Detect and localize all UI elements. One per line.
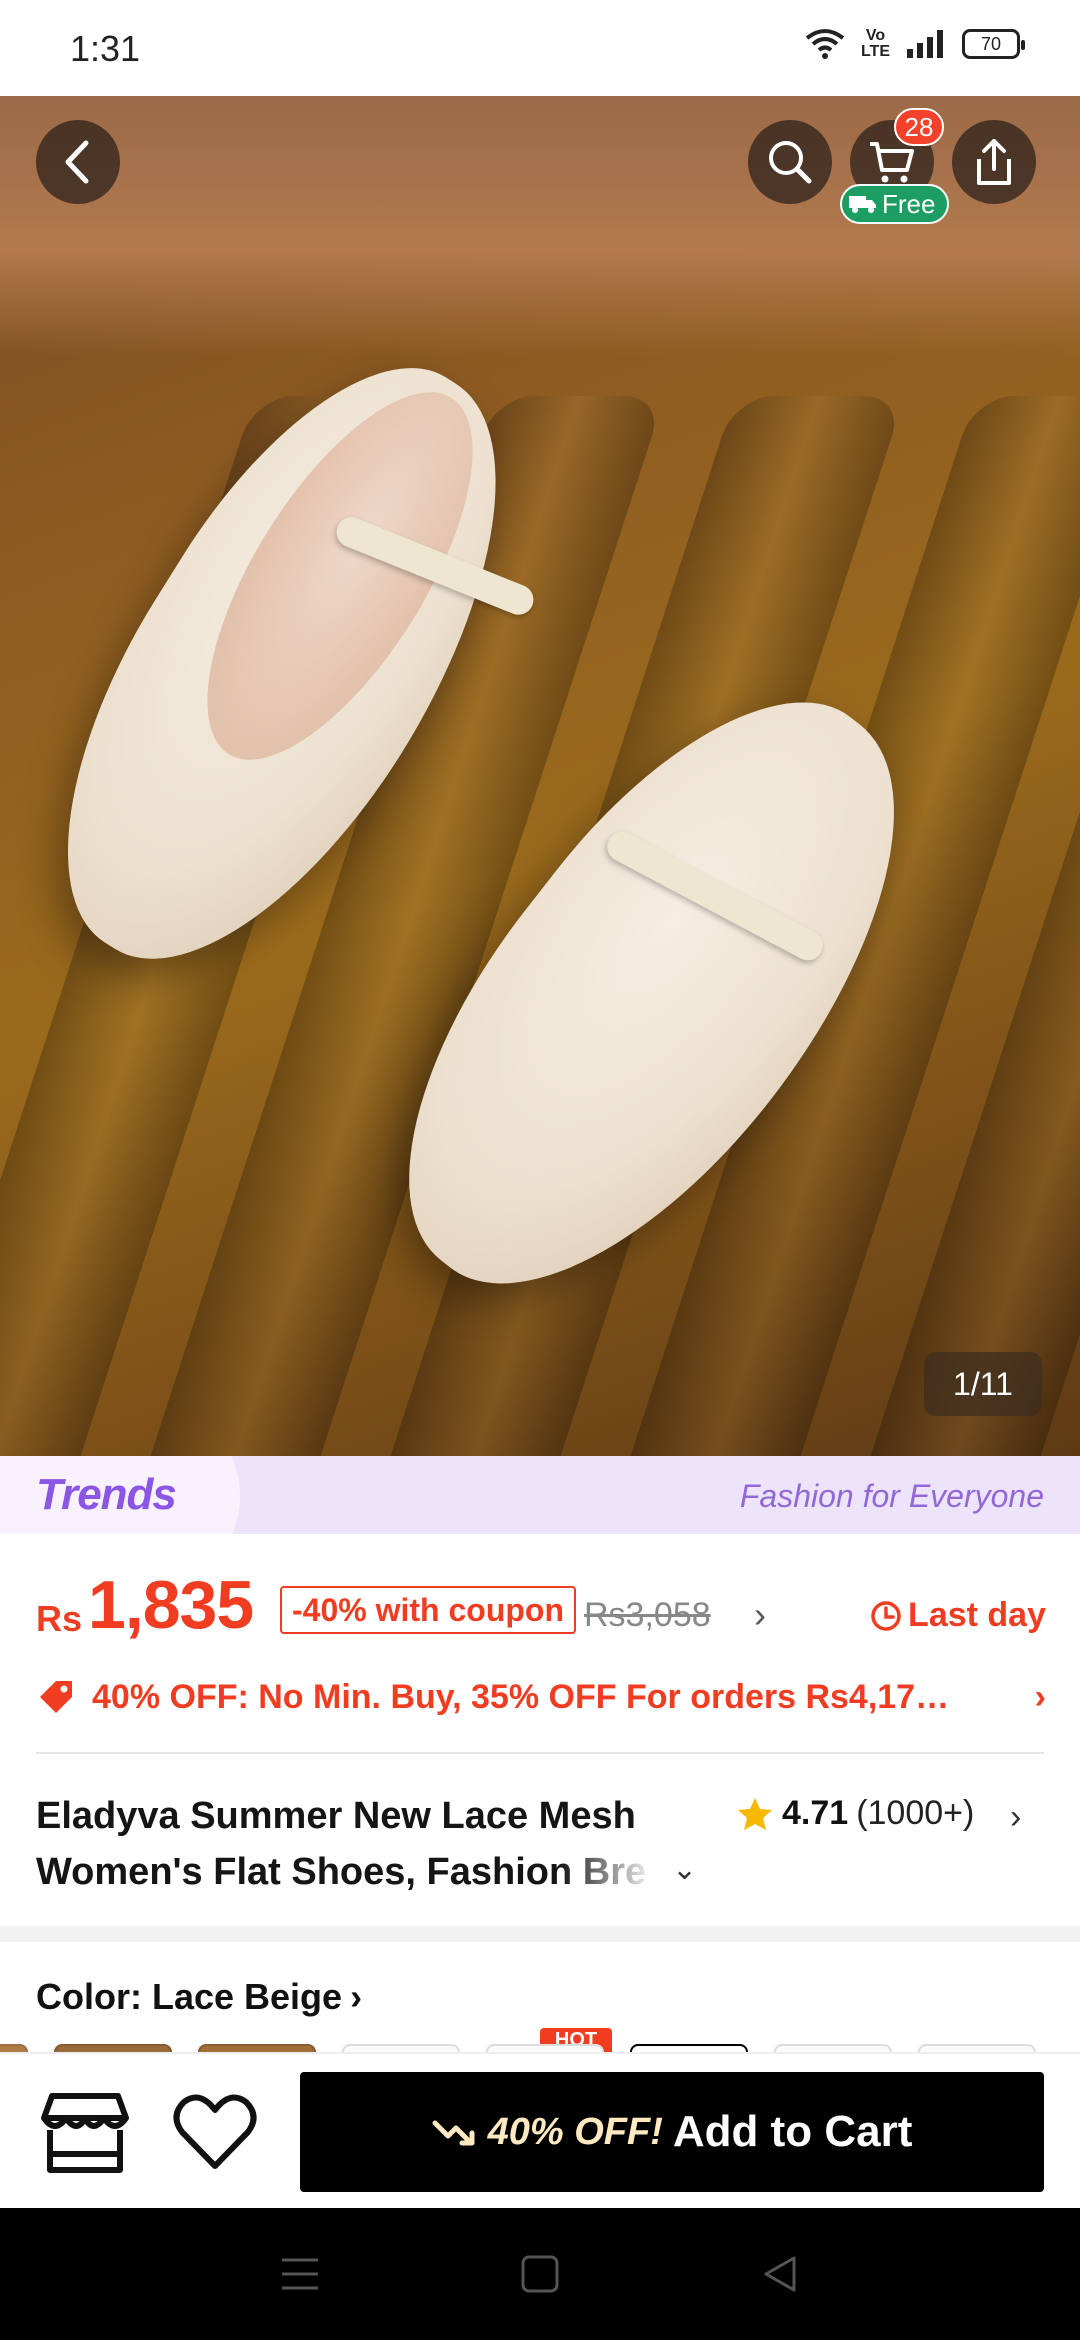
share-button[interactable] [952, 120, 1036, 204]
color-swatch[interactable] [486, 2044, 604, 2052]
price-value: 1,835 [88, 1567, 254, 1643]
color-label-text: Color: Lace Beige [36, 1976, 343, 2017]
volte-icon: Vo LTE [860, 27, 890, 60]
add-to-cart-button[interactable]: 40% OFF! Add to Cart [300, 2072, 1044, 2192]
color-swatch[interactable] [342, 2044, 460, 2052]
color-swatch[interactable] [774, 2044, 892, 2052]
menu-icon[interactable] [280, 2256, 320, 2292]
cart-count-badge: 28 [894, 108, 944, 146]
price-row: Rs 1,835 -40% with coupon Rs3,058 › Last… [36, 1566, 1046, 1643]
chevron-right-icon[interactable]: › [1010, 1798, 1021, 1837]
free-shipping-label: Free [882, 188, 936, 219]
system-navigation-bar [0, 2208, 1080, 2340]
last-day-timer: Last day [870, 1596, 1046, 1635]
tag-icon [40, 1681, 72, 1713]
original-price[interactable]: Rs3,058 [584, 1596, 711, 1635]
chevron-right-icon: › [350, 1976, 363, 2017]
trend-down-icon [432, 2120, 475, 2146]
share-icon [977, 139, 1011, 185]
store-button[interactable] [40, 2090, 130, 2176]
battery-icon: 70 [962, 29, 1025, 59]
wishlist-button[interactable] [172, 2092, 258, 2172]
back-button[interactable] [36, 120, 120, 204]
rating[interactable]: 4.71 (1000+) [736, 1794, 974, 1833]
truck-icon [849, 196, 876, 213]
rating-value: 4.71 [782, 1794, 849, 1832]
product-image[interactable]: 28 Free 1/11 [0, 96, 1080, 1456]
heart-icon [173, 2094, 257, 2169]
color-swatch[interactable] [630, 2044, 748, 2052]
last-day-label: Last day [908, 1596, 1046, 1634]
chevron-left-icon [65, 140, 89, 184]
status-bar: 1:31 Vo LTE 70 [0, 0, 1080, 96]
add-to-cart-label: Add to Cart [672, 2107, 913, 2156]
promo-row[interactable]: 40% OFF: No Min. Buy, 35% OFF For orders… [36, 1672, 1046, 1722]
title-fade [560, 1846, 680, 1902]
product-title-line1: Eladyva Summer New Lace Mesh [36, 1795, 636, 1837]
image-counter: 1/11 [924, 1352, 1042, 1416]
divider [36, 1752, 1044, 1754]
search-icon [769, 141, 812, 184]
color-swatch[interactable] [0, 2044, 28, 2052]
cart-discount-label: 40% OFF! [487, 2110, 663, 2153]
expand-title-chevron-icon[interactable]: ⌄ [672, 1852, 697, 1887]
free-shipping-badge: Free [840, 184, 950, 224]
price-currency: Rs [36, 1598, 83, 1639]
status-icons: Vo LTE 70 [805, 27, 1025, 60]
promo-text: 40% OFF: No Min. Buy, 35% OFF For orders… [92, 1677, 950, 1716]
section-gap [0, 1926, 1080, 1942]
trends-banner[interactable]: Trends Fashion for Everyone [0, 1456, 1080, 1534]
color-swatch[interactable] [198, 2044, 316, 2052]
trends-logo: Trends [36, 1470, 177, 1519]
search-button[interactable] [748, 120, 832, 204]
home-icon[interactable] [520, 2254, 560, 2294]
review-count: (1000+) [856, 1794, 975, 1832]
bottom-action-bar: 40% OFF! Add to Cart [0, 2052, 1080, 2208]
chevron-right-icon[interactable]: › [754, 1594, 766, 1636]
signal-icon [907, 30, 943, 58]
store-icon [41, 2093, 129, 2173]
color-selector-label[interactable]: Color: Lace Beige › [36, 1976, 362, 2018]
wifi-icon [805, 29, 845, 59]
back-nav-icon[interactable] [760, 2254, 800, 2294]
trends-tagline: Fashion for Everyone [739, 1478, 1044, 1514]
color-swatches [0, 2038, 1080, 2052]
color-swatch[interactable] [918, 2044, 1036, 2052]
star-icon [738, 1797, 772, 1830]
status-time: 1:31 [70, 28, 141, 69]
color-swatch[interactable] [54, 2044, 172, 2052]
coupon-tag[interactable]: -40% with coupon [280, 1586, 576, 1634]
clock-icon [871, 1600, 901, 1631]
chevron-right-icon: › [1034, 1677, 1046, 1716]
